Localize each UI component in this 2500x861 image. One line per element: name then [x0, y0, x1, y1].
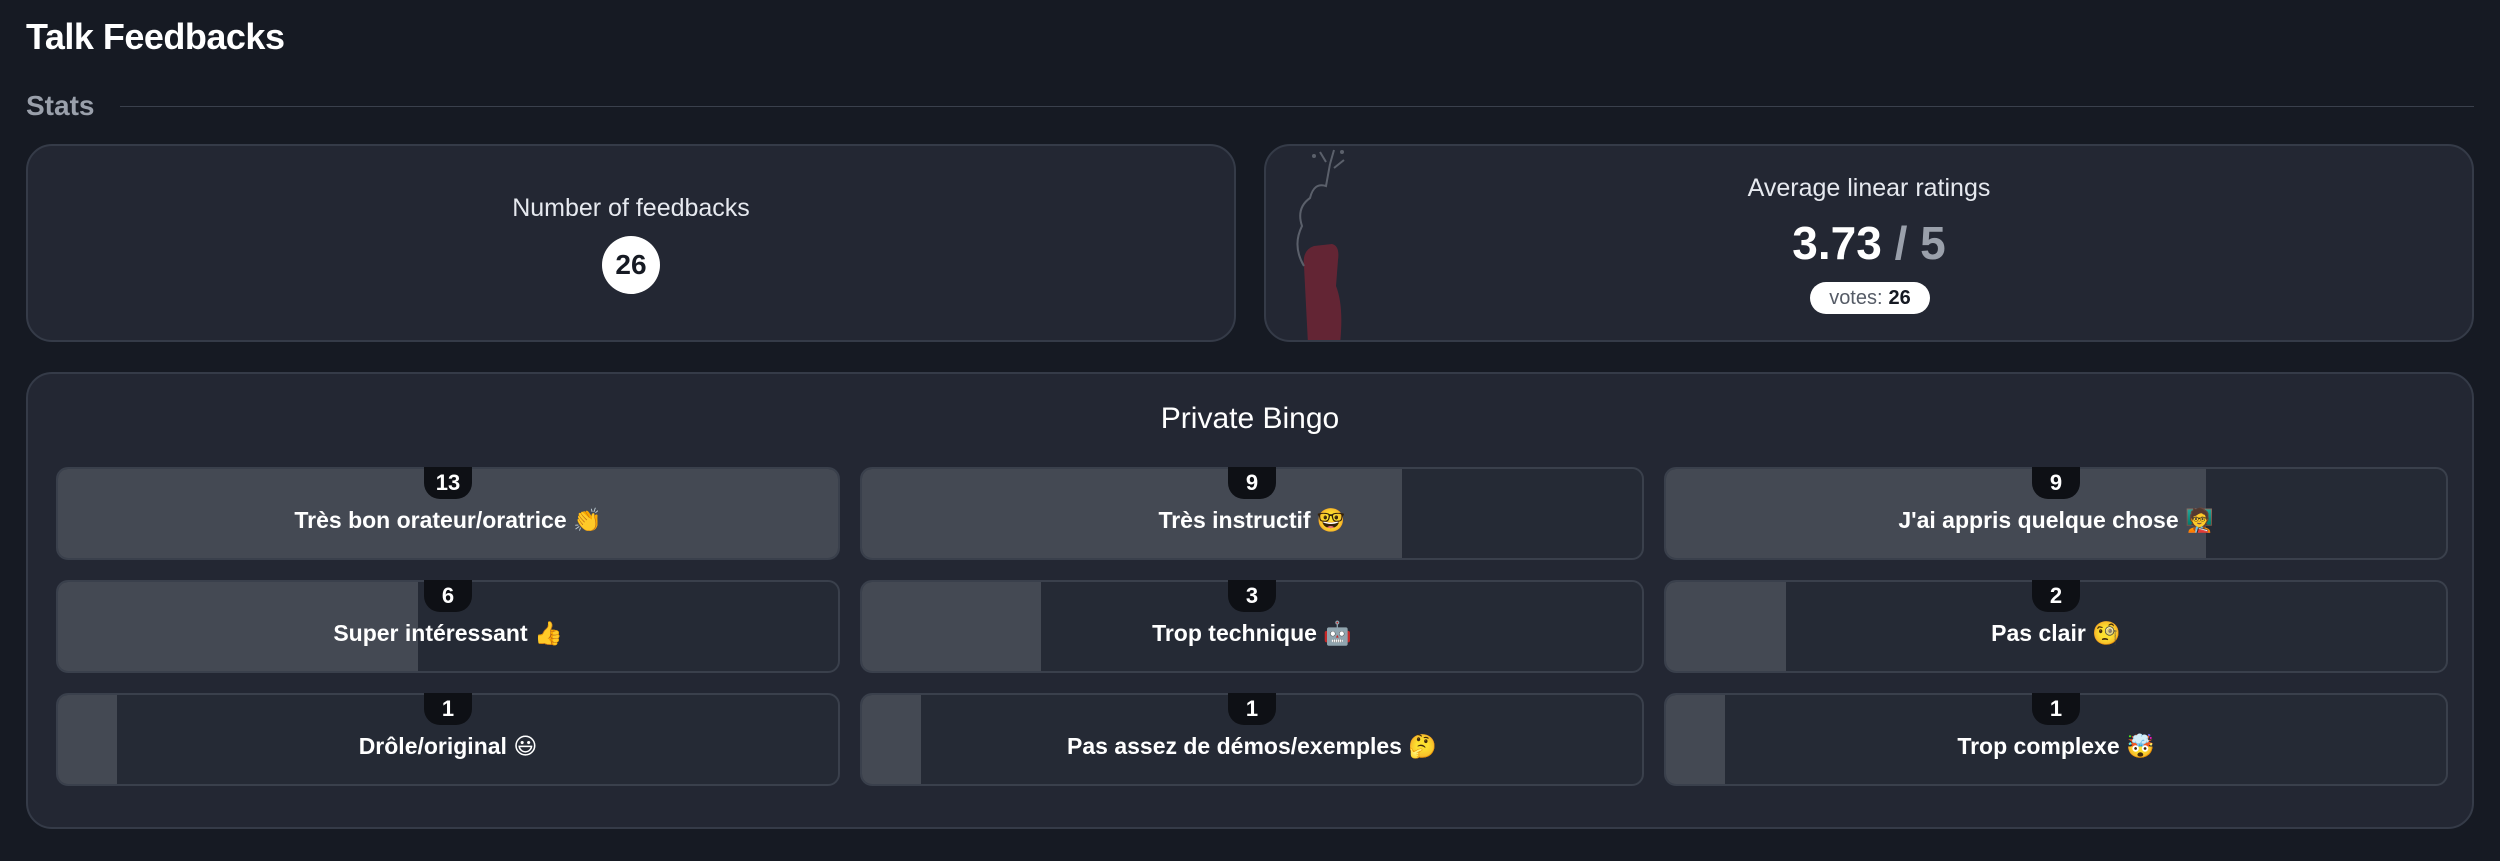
- tile-label: Très bon orateur/oratrice 👏: [294, 507, 602, 533]
- tile-count-badge: 9: [1228, 467, 1276, 499]
- average-rating-value: 3.73: [1792, 217, 1882, 269]
- bingo-tile[interactable]: 3 Trop technique 🤖: [860, 580, 1644, 673]
- private-bingo-card: Private Bingo 13 Très bon orateur/oratric…: [26, 372, 2474, 829]
- votes-count: 26: [1888, 286, 1911, 309]
- tile-label: Pas assez de démos/exemples 🤔: [1067, 733, 1437, 759]
- tile-count-badge: 3: [1228, 580, 1276, 612]
- tile-label: Pas clair 🧐: [1991, 620, 2121, 646]
- tile-count-badge: 13: [424, 467, 472, 499]
- average-rating-max: / 5: [1894, 217, 1946, 269]
- feedbacks-count-badge: 26: [602, 236, 660, 294]
- bingo-tile[interactable]: 9 J'ai appris quelque chose 🧑‍🏫: [1664, 467, 2448, 560]
- tile-count-badge: 1: [2032, 693, 2080, 725]
- ratings-label: Average linear ratings: [1747, 174, 1991, 202]
- tile-count-badge: 1: [1228, 693, 1276, 725]
- tile-label: Drôle/original 😃: [358, 733, 538, 759]
- feedbacks-label: Number of feedbacks: [512, 194, 750, 222]
- tile-count-badge: 6: [424, 580, 472, 612]
- tile-count-badge: 9: [2032, 467, 2080, 499]
- bingo-tile[interactable]: 2 Pas clair 🧐: [1664, 580, 2448, 673]
- stats-section-header: Stats: [26, 88, 2474, 124]
- section-label: Stats: [26, 90, 95, 121]
- votes-label: votes:: [1829, 286, 1883, 309]
- tile-label: Super intéressant 👍: [333, 620, 563, 646]
- tile-count-badge: 1: [424, 693, 472, 725]
- bingo-tile[interactable]: 6 Super intéressant 👍: [56, 580, 840, 673]
- votes-pill: votes: 26: [1810, 282, 1930, 314]
- bingo-tile[interactable]: 13 Très bon orateur/oratrice 👏: [56, 467, 840, 560]
- bingo-tile[interactable]: 1 Trop complexe 🤯: [1664, 693, 2448, 786]
- tile-count-badge: 2: [2032, 580, 2080, 612]
- bingo-tile[interactable]: 9 Très instructif 🤓: [860, 467, 1644, 560]
- tile-label: J'ai appris quelque chose 🧑‍🏫: [1898, 507, 2214, 533]
- average-rating: 3.73 / 5: [1266, 216, 2472, 270]
- tile-label: Trop complexe 🤯: [1957, 733, 2155, 759]
- tile-label: Trop technique 🤖: [1152, 620, 1352, 646]
- average-ratings-card: Average linear ratings 3.73 / 5 votes: 2…: [1264, 144, 2474, 342]
- bingo-title: Private Bingo: [1160, 402, 1340, 435]
- bingo-grid: 13 Très bon orateur/oratrice 👏 9 Très inst…: [56, 467, 2448, 786]
- bingo-tile[interactable]: 1 Pas assez de démos/exemples 🤔: [860, 693, 1644, 786]
- feedbacks-count-card: Number of feedbacks 26: [26, 144, 1236, 342]
- section-divider: [120, 105, 2474, 107]
- page-title: Talk Feedbacks: [26, 16, 285, 57]
- bingo-tile[interactable]: 1 Drôle/original 😃: [56, 693, 840, 786]
- tile-label: Très instructif 🤓: [1158, 507, 1346, 533]
